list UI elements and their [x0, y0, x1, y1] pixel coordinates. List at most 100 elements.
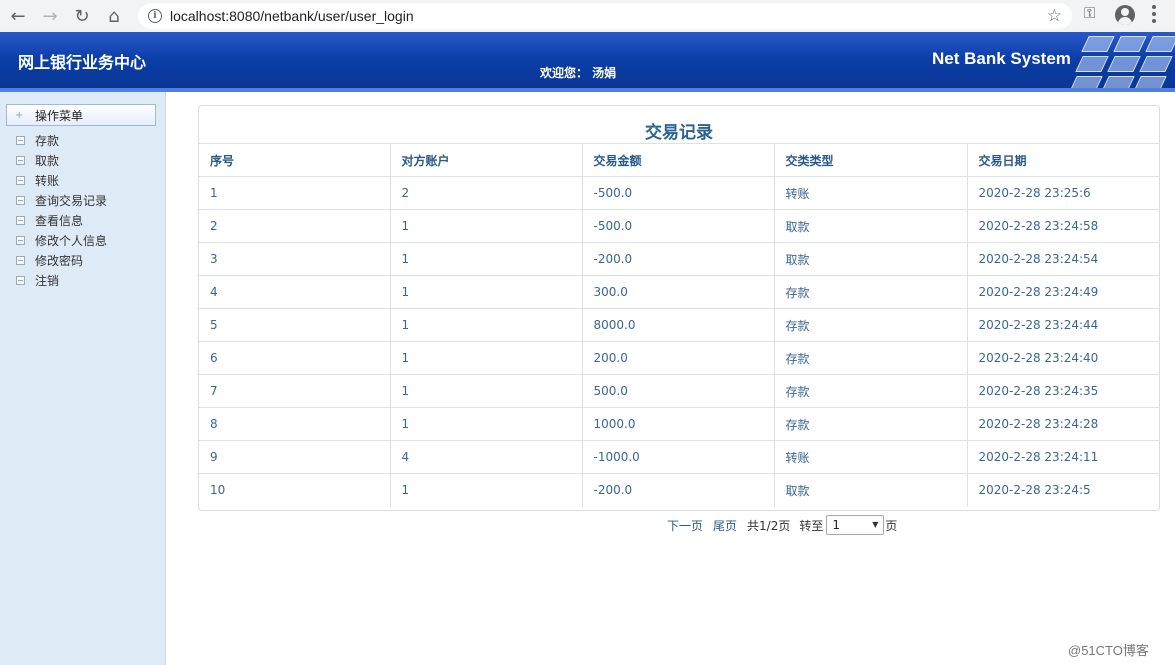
table-cell: 2020-2-28 23:24:40: [967, 341, 1159, 375]
table-header-row: 序号 对方账户 交易金额 交类类型 交易日期: [199, 143, 1159, 177]
column-header: 对方账户: [390, 143, 583, 177]
table-cell: 200.0: [582, 341, 775, 375]
table-cell: 8000.0: [582, 308, 775, 342]
browser-toolbar: ← → ↻ ⌂ i localhost:8080/netbank/user/us…: [0, 0, 1175, 32]
table-cell: 4: [199, 275, 391, 309]
table-cell: 5: [199, 308, 391, 342]
sidebar-item-deposit[interactable]: 存款: [16, 130, 107, 150]
table-cell: 1: [390, 308, 583, 342]
last-page-link[interactable]: 尾页: [713, 517, 737, 534]
table-cell: 存款: [774, 374, 968, 408]
table-row: 5 1 8000.0 存款 2020-2-28 23:24:44: [199, 308, 1159, 342]
tree-node-icon: [16, 175, 25, 185]
table-cell: 2020-2-28 23:24:54: [967, 242, 1159, 276]
table-row: 1 2 -500.0 转账 2020-2-28 23:25:6: [199, 176, 1159, 210]
table-cell: 1: [390, 341, 583, 375]
reload-icon[interactable]: ↻: [68, 2, 96, 30]
table-cell: 存款: [774, 407, 968, 441]
tree-node-icon: [16, 135, 25, 145]
address-bar[interactable]: i localhost:8080/netbank/user/user_login…: [138, 3, 1072, 29]
plus-icon: +: [15, 109, 24, 121]
watermark: @51CTO博客: [1068, 643, 1149, 658]
tree-node-icon: [16, 155, 25, 165]
sidebar-item-transfer[interactable]: 转账: [16, 170, 107, 190]
site-title: 网上银行业务中心: [18, 53, 147, 72]
table-row: 8 1 1000.0 存款 2020-2-28 23:24:28: [199, 407, 1159, 441]
table-cell: 7: [199, 374, 391, 408]
table-row: 10 1 -200.0 取款 2020-2-28 23:24:5: [199, 473, 1159, 507]
table-cell: 取款: [774, 473, 968, 507]
table-row: 2 1 -500.0 取款 2020-2-28 23:24:58: [199, 209, 1159, 243]
url-text[interactable]: localhost:8080/netbank/user/user_login: [170, 8, 414, 24]
info-icon[interactable]: i: [148, 9, 162, 23]
column-header: 序号: [199, 143, 391, 177]
table-cell: 300.0: [582, 275, 775, 309]
table-cell: 2020-2-28 23:24:49: [967, 275, 1159, 309]
page-count: 共1/2页: [747, 518, 791, 533]
table-cell: 2020-2-28 23:24:35: [967, 374, 1159, 408]
sidebar-header[interactable]: + 操作菜单: [6, 104, 156, 126]
records-table: 序号 对方账户 交易金额 交类类型 交易日期 1 2 -500.0 转账 2020-2-…: [199, 143, 1159, 507]
table-row: 9 4 -1000.0 转账 2020-2-28 23:24:11: [199, 440, 1159, 474]
table-cell: -200.0: [582, 473, 775, 507]
tree-node-icon: [16, 255, 25, 265]
table-cell: 10: [199, 473, 391, 507]
table-cell: 6: [199, 341, 391, 375]
page-select[interactable]: 1 ▼: [826, 515, 885, 535]
sidebar-item-edit-profile[interactable]: 修改个人信息: [16, 230, 107, 250]
account-icon[interactable]: [1115, 5, 1135, 25]
table-cell: 2: [390, 176, 583, 210]
next-page-link[interactable]: 下一页: [667, 517, 703, 534]
table-cell: 1: [390, 209, 583, 243]
table-cell: 1: [390, 407, 583, 441]
column-header: 交易金额: [582, 143, 775, 177]
chevron-down-icon: ▼: [872, 520, 879, 529]
forward-arrow-icon[interactable]: →: [36, 2, 64, 30]
sidebar-menu: 存款 取款 转账 查询交易记录 查看信息 修改个人信息 修改密码 注销: [16, 130, 107, 290]
table-cell: 存款: [774, 308, 968, 342]
table-cell: 存款: [774, 275, 968, 309]
welcome-text: 欢迎您： 汤娟: [540, 66, 617, 80]
system-name: Net Bank System: [932, 49, 1071, 68]
table-cell: 1: [390, 374, 583, 408]
table-cell: 4: [390, 440, 583, 474]
site-header: 网上银行业务中心 欢迎您： 汤娟 Net Bank System: [0, 32, 1175, 92]
records-panel: 交易记录 序号 对方账户 交易金额 交类类型 交易日期 1 2 -500.0 转账 20…: [198, 105, 1160, 511]
table-cell: 2020-2-28 23:24:5: [967, 473, 1159, 507]
table-cell: -500.0: [582, 209, 775, 243]
table-cell: 8: [199, 407, 391, 441]
table-cell: 2020-2-28 23:24:28: [967, 407, 1159, 441]
menu-icon[interactable]: [1152, 5, 1156, 23]
table-cell: 转账: [774, 176, 968, 210]
sidebar-item-query-records[interactable]: 查询交易记录: [16, 190, 107, 210]
table-cell: -200.0: [582, 242, 775, 276]
table-cell: -1000.0: [582, 440, 775, 474]
table-cell: 2020-2-28 23:24:58: [967, 209, 1159, 243]
key-icon[interactable]: ⚿: [1084, 4, 1095, 22]
keyboard-decoration: [1065, 32, 1175, 92]
table-cell: 存款: [774, 341, 968, 375]
home-icon[interactable]: ⌂: [100, 2, 128, 30]
table-cell: 1000.0: [582, 407, 775, 441]
star-icon[interactable]: ☆: [1047, 6, 1062, 26]
column-header: 交类类型: [774, 143, 968, 177]
sidebar-item-withdraw[interactable]: 取款: [16, 150, 107, 170]
tree-node-icon: [16, 215, 25, 225]
table-cell: 1: [199, 176, 391, 210]
table-row: 6 1 200.0 存款 2020-2-28 23:24:40: [199, 341, 1159, 375]
table-row: 7 1 500.0 存款 2020-2-28 23:24:35: [199, 374, 1159, 408]
table-cell: 取款: [774, 209, 968, 243]
sidebar-item-change-password[interactable]: 修改密码: [16, 250, 107, 270]
back-arrow-icon[interactable]: ←: [4, 2, 32, 30]
table-cell: 1: [390, 242, 583, 276]
table-cell: 1: [390, 473, 583, 507]
sidebar-item-logout[interactable]: 注销: [16, 270, 107, 290]
tree-node-icon: [16, 235, 25, 245]
sidebar-item-view-info[interactable]: 查看信息: [16, 210, 107, 230]
table-cell: 2020-2-28 23:25:6: [967, 176, 1159, 210]
table-row: 4 1 300.0 存款 2020-2-28 23:24:49: [199, 275, 1159, 309]
table-cell: 1: [390, 275, 583, 309]
goto-label: 转至: [799, 518, 824, 533]
page-select-value: 1: [832, 518, 841, 532]
pagination: 下一页 尾页 共1/2页 转至 1 ▼ 页: [667, 514, 897, 536]
